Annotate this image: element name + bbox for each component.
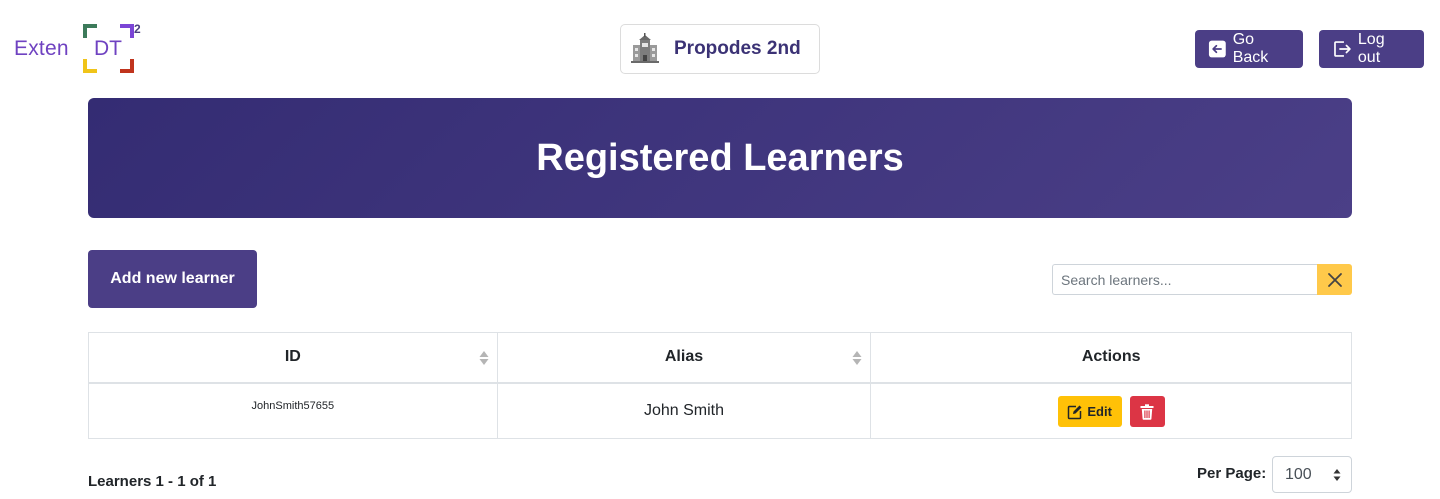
log-out-icon bbox=[1334, 41, 1351, 57]
per-page-label: Per Page: bbox=[1197, 465, 1267, 482]
page-banner: Registered Learners bbox=[88, 98, 1352, 218]
log-out-button[interactable]: Log out bbox=[1319, 30, 1424, 68]
select-caret-icon bbox=[1333, 469, 1341, 481]
logo-bracket-red bbox=[120, 59, 134, 73]
learner-count: Learners 1 - 1 of 1 bbox=[88, 473, 217, 490]
search-input[interactable] bbox=[1052, 264, 1317, 295]
sort-icon bbox=[479, 351, 489, 365]
logo-dt: DT bbox=[94, 37, 122, 60]
trash-icon bbox=[1140, 404, 1154, 420]
logo-superscript: 2 bbox=[134, 22, 141, 36]
clear-search-button[interactable] bbox=[1317, 264, 1352, 295]
log-out-label: Log out bbox=[1357, 31, 1385, 66]
edit-learner-button[interactable]: Edit bbox=[1057, 396, 1122, 428]
app-logo: Exten DT 2 bbox=[14, 22, 144, 74]
close-icon bbox=[1327, 272, 1342, 287]
logo-bracket-green bbox=[83, 24, 97, 38]
go-back-label: Go Back bbox=[1232, 31, 1269, 66]
table-header-row: ID Alias Actions bbox=[88, 332, 1352, 384]
per-page-select[interactable]: 100 bbox=[1272, 456, 1352, 493]
column-header-label: Alias bbox=[664, 348, 704, 366]
school-badge: Propodes 2nd bbox=[620, 24, 820, 74]
learner-id-cell: JohnSmith57655 bbox=[88, 382, 498, 439]
arrow-left-icon bbox=[1208, 40, 1226, 58]
sort-icon bbox=[852, 351, 862, 365]
logo-text: Exten bbox=[14, 37, 69, 60]
column-header-alias[interactable]: Alias bbox=[496, 332, 872, 384]
page-title: Registered Learners bbox=[536, 136, 904, 179]
school-building-icon bbox=[631, 33, 659, 63]
search-bar bbox=[1052, 264, 1352, 295]
go-back-button[interactable]: Go Back bbox=[1195, 30, 1303, 68]
add-learner-button[interactable]: Add new learner bbox=[88, 250, 257, 308]
per-page-value: 100 bbox=[1285, 465, 1312, 483]
school-name: Propodes 2nd bbox=[674, 38, 801, 59]
column-header-actions: Actions bbox=[870, 332, 1352, 384]
logo-bracket-purple bbox=[120, 24, 134, 38]
edit-icon bbox=[1068, 405, 1082, 419]
logo-bracket-yellow bbox=[83, 59, 97, 73]
column-header-id[interactable]: ID bbox=[88, 332, 498, 384]
column-header-label: Actions bbox=[1081, 348, 1141, 366]
table-row: JohnSmith57655 John Smith Edit bbox=[88, 382, 1352, 439]
learners-table: ID Alias Actions JohnSmith57655 John Smi… bbox=[88, 332, 1352, 439]
column-header-label: ID bbox=[284, 348, 301, 366]
learner-actions-cell: Edit bbox=[870, 382, 1352, 439]
edit-label: Edit bbox=[1087, 404, 1112, 420]
delete-learner-button[interactable] bbox=[1129, 396, 1165, 428]
learner-alias-cell: John Smith bbox=[496, 382, 872, 439]
